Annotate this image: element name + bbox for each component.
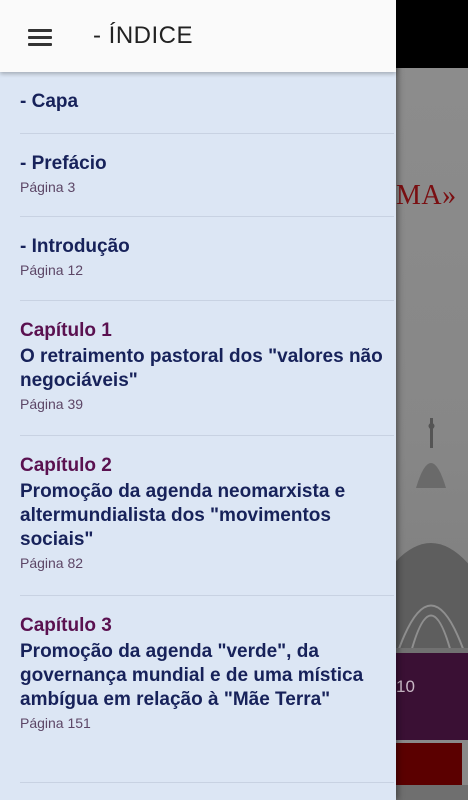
toc-item-capitulo-2[interactable]: Capítulo 2 Promoção da agenda neomarxist… [20, 436, 394, 596]
menu-bar-middle [28, 35, 52, 39]
menu-bar-bottom [28, 42, 52, 46]
toc-chapter-label: Capítulo 1 [20, 320, 112, 341]
dome-illustration [396, 418, 468, 678]
toc-chapter-label: Capítulo 2 [20, 455, 112, 476]
drawer-title: - ÍNDICE [93, 22, 193, 49]
toc-title: Promoção da agenda "verde", da governanç… [20, 641, 364, 710]
navigation-drawer: - ÍNDICE - Capa - Prefácio Página 3 - In… [0, 0, 396, 800]
menu-bar-top [28, 28, 52, 32]
toc-title: - Prefácio [20, 153, 107, 174]
toc-chapter-label: Capítulo 3 [20, 615, 112, 636]
toc-title: Promoção da agenda neomarxista e altermu… [20, 481, 346, 550]
toc-page: Página 12 [20, 262, 84, 278]
drawer-header: - ÍNDICE [0, 0, 396, 72]
cover-bottom-strip [396, 785, 468, 800]
toc-item-prefacio[interactable]: - Prefácio Página 3 [20, 134, 394, 217]
background-book-cover: MA» 10 [396, 68, 468, 800]
toc-item-capa[interactable]: - Capa [20, 72, 394, 134]
cover-title-fragment: MA» [396, 180, 457, 211]
toc-page: Página 151 [20, 715, 91, 731]
toc-item-capitulo-1[interactable]: Capítulo 1 O retraimento pastoral dos "v… [20, 301, 394, 436]
toc-page: Página 3 [20, 179, 76, 195]
toc-title: - Introdução [20, 236, 130, 257]
toc-list: - Capa - Prefácio Página 3 - Introdução … [0, 72, 396, 783]
cover-red-button [396, 743, 462, 785]
toc-page: Página 39 [20, 396, 84, 412]
toc-title: O retraimento pastoral dos "valores não … [20, 346, 383, 391]
cover-band-text: 10 [396, 677, 415, 696]
toc-title: - Capa [20, 91, 79, 112]
toc-page: Página 82 [20, 555, 84, 571]
hamburger-menu-icon[interactable] [18, 18, 62, 56]
cover-purple-band: 10 [396, 653, 468, 740]
toc-item-introducao[interactable]: - Introdução Página 12 [20, 217, 394, 301]
toc-item-capitulo-3[interactable]: Capítulo 3 Promoção da agenda "verde", d… [20, 596, 394, 783]
